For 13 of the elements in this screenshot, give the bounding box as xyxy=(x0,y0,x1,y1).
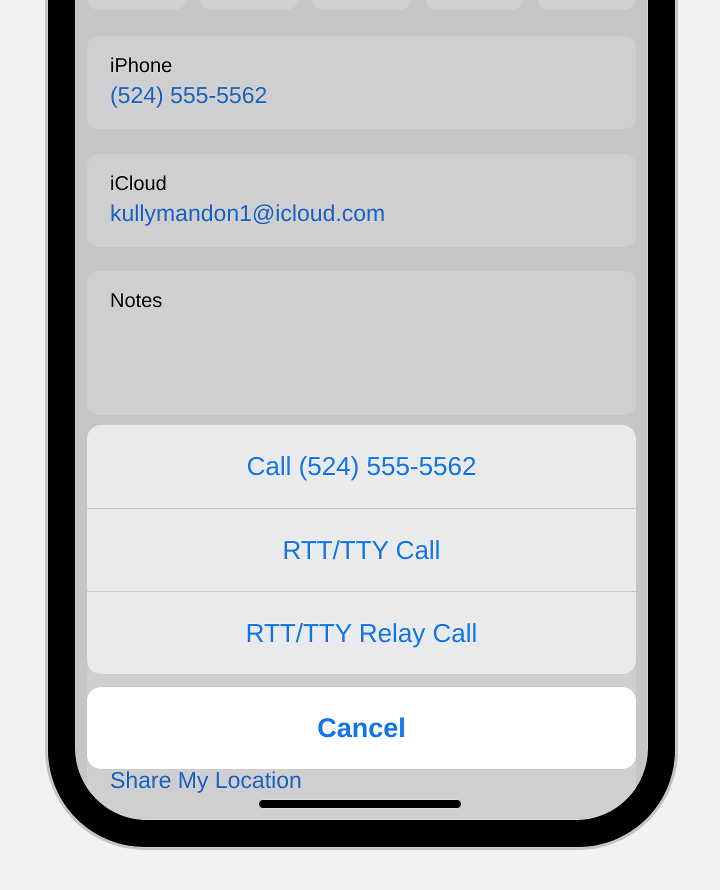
field-label: Notes xyxy=(110,289,164,314)
contact-field-card[interactable]: iPhone (524) 555-5562 xyxy=(87,36,636,129)
cancel-button[interactable]: Cancel xyxy=(87,687,636,769)
field-label: iPhone xyxy=(110,54,174,79)
action-sheet-option[interactable]: RTT/TTY Call xyxy=(87,508,636,591)
contact-field-card[interactable]: iCloud kullymandon1@icloud.com xyxy=(87,154,636,247)
action-sheet-option[interactable]: RTT/TTY Relay Call xyxy=(87,591,636,674)
field-label: iCloud xyxy=(110,172,168,197)
contact-action-link[interactable]: Share My Location xyxy=(110,766,613,794)
field-value[interactable]: kullymandon1@icloud.com xyxy=(110,197,613,229)
action-sheet-option[interactable]: Call (524) 555-5562 xyxy=(87,425,636,508)
field-value[interactable]: (524) 555-5562 xyxy=(110,79,613,111)
notes-card[interactable]: Notes xyxy=(87,271,636,415)
